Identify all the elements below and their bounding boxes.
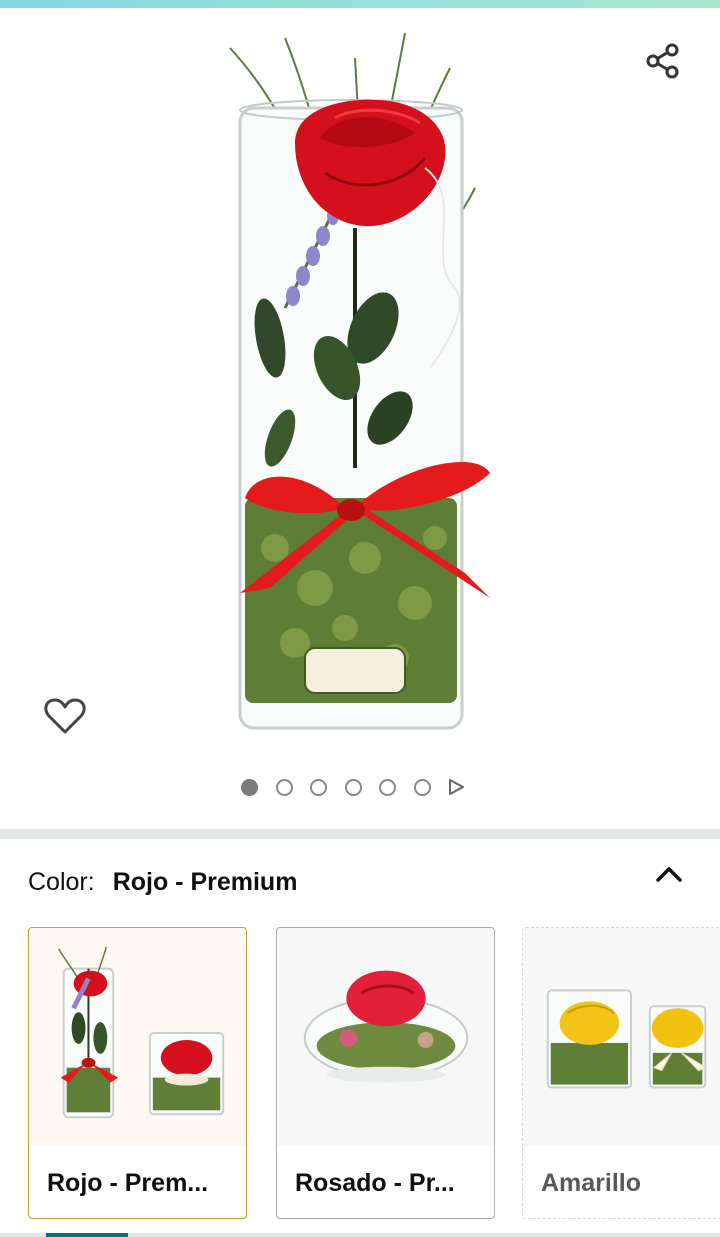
swatch-image-rosado [277, 928, 494, 1146]
carousel-dot-4[interactable] [344, 778, 362, 796]
swatch-label: Rosado - Pr... [295, 1169, 455, 1197]
variation-selected-value: Rojo - Premium [112, 867, 298, 896]
carousel-dot-1[interactable] [241, 778, 258, 796]
play-triangle-icon[interactable] [447, 778, 465, 796]
carousel-dot-5[interactable] [379, 778, 397, 796]
share-button[interactable] [640, 38, 686, 84]
carousel-dot-6[interactable] [413, 778, 431, 796]
variation-label: Color: [28, 867, 95, 896]
top-accent-bar [0, 0, 720, 8]
share-icon [646, 43, 679, 79]
carousel-dot-3[interactable] [310, 778, 328, 796]
swatch-image-amarillo [523, 928, 720, 1146]
carousel-dot-2[interactable] [275, 778, 293, 796]
swatch-label: Amarillo [541, 1169, 642, 1197]
chevron-up-icon [656, 867, 682, 882]
heart-outline-icon [44, 698, 86, 734]
product-image-gallery[interactable] [0, 8, 720, 828]
tab-accent-indicator [46, 1233, 128, 1237]
add-to-wishlist-button[interactable] [40, 693, 90, 739]
variation-header: Color: Rojo - Premium [28, 862, 698, 902]
section-divider [0, 829, 720, 839]
image-carousel-indicator[interactable] [241, 775, 465, 799]
swatch-amarillo[interactable]: Amarillo [522, 927, 720, 1219]
swatch-rosado-premium[interactable]: Rosado - Pr... [276, 927, 495, 1219]
product-image-rose-cylinder-vase[interactable] [225, 28, 500, 738]
swatch-label: Rojo - Prem... [47, 1169, 209, 1197]
swatch-image-rojo [29, 928, 246, 1146]
collapse-variations-button[interactable] [648, 856, 690, 892]
swatch-rojo-premium[interactable]: Rojo - Prem... [28, 927, 247, 1219]
